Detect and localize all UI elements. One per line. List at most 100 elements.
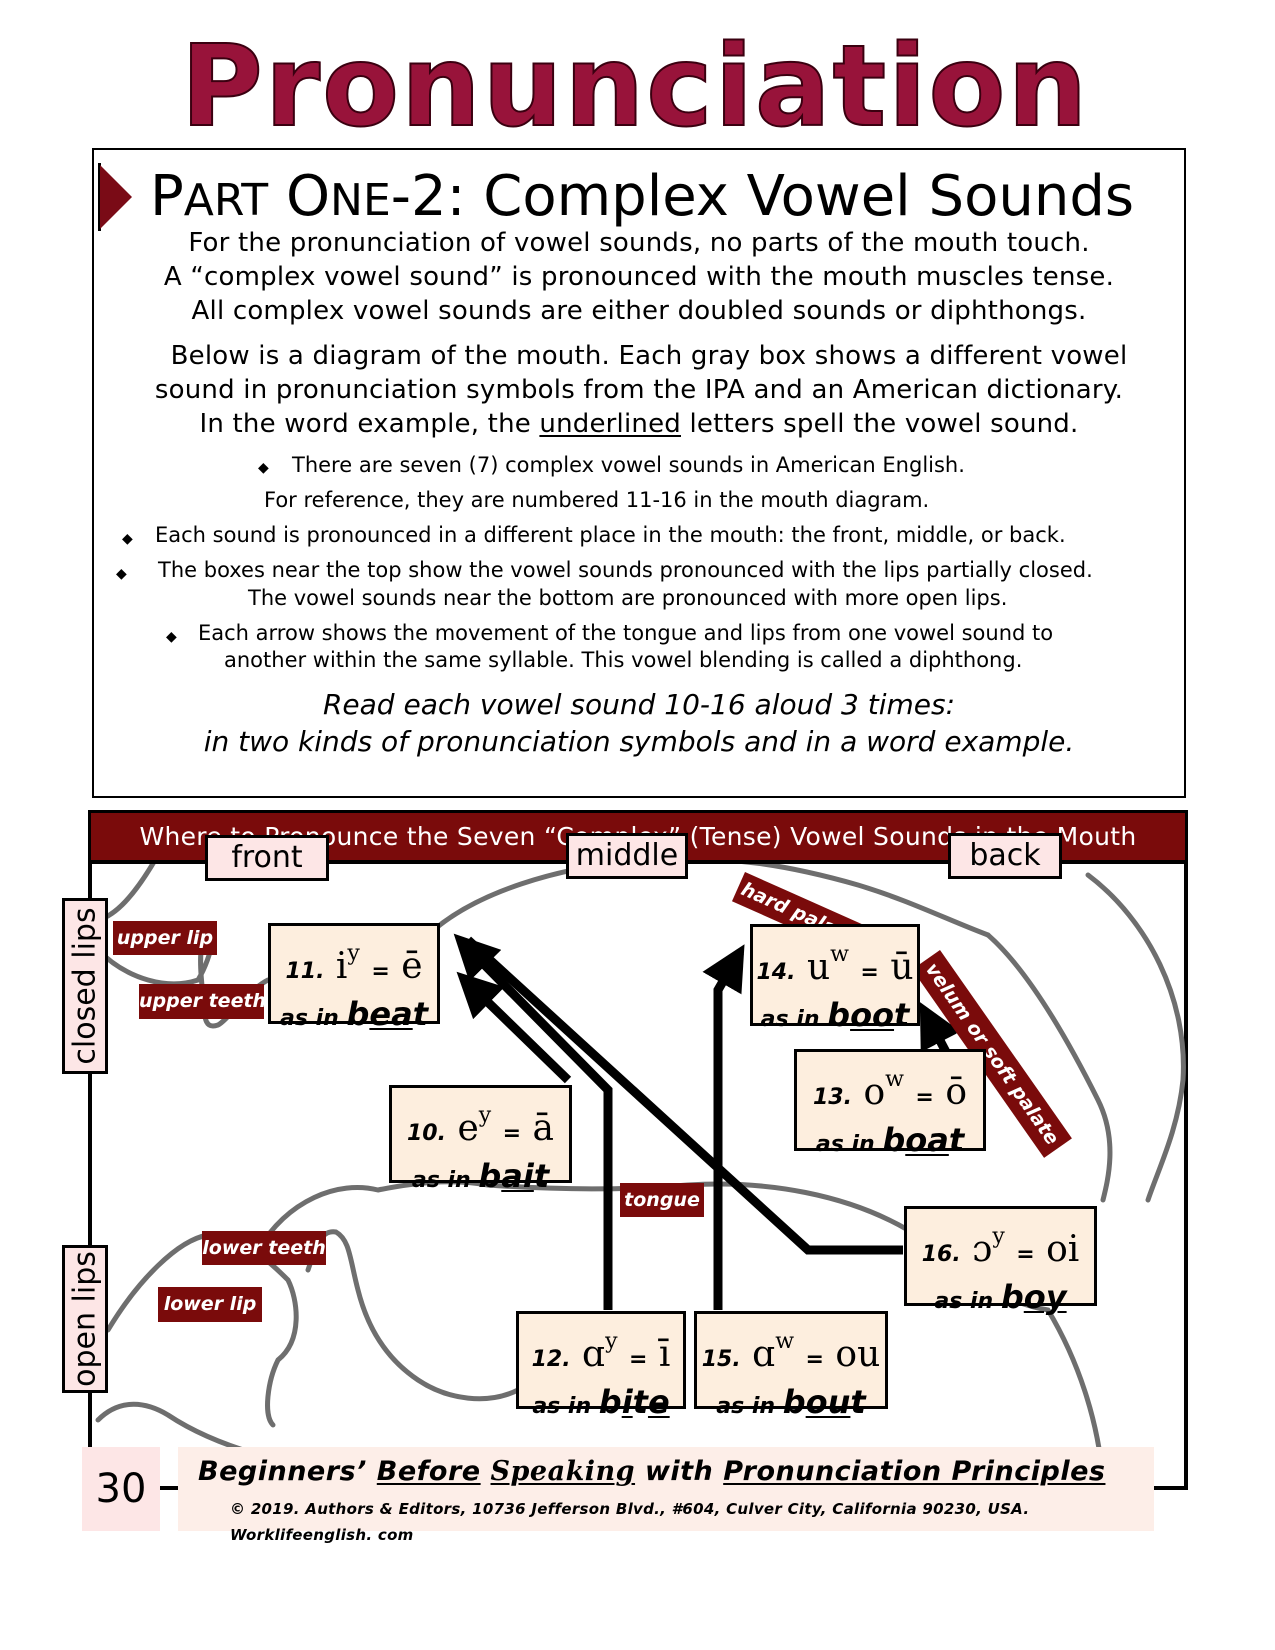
intro-line: Below is a diagram of the mouth. Each gr… — [170, 341, 1128, 371]
word-example: as in beat — [271, 994, 437, 1039]
equals-sign: = — [860, 960, 879, 985]
example-word: boat — [882, 1121, 964, 1159]
arrow-15-to-14 — [702, 944, 745, 1310]
vowel-box-11: 11. iy = ē as in beat — [268, 923, 440, 1033]
word-part: t — [850, 1383, 866, 1421]
open-lips-label: open lips — [62, 1245, 108, 1393]
anatomy-label-upper-teeth: upper teeth — [139, 984, 266, 1019]
word-example: as in bait — [392, 1156, 569, 1201]
vowel-symbols: 13. ow = ō — [797, 1058, 983, 1120]
bullet-icon: ◆ — [122, 531, 133, 547]
equals-sign: = — [371, 959, 390, 984]
example-word: beat — [346, 995, 428, 1033]
vowel-symbols: 10. ey = ā — [392, 1094, 569, 1156]
example-word: bait — [478, 1157, 549, 1195]
position-label-middle: middle — [566, 833, 688, 879]
heading-part-ne: NE — [330, 175, 391, 226]
ipa-superscript: y — [605, 1329, 618, 1354]
underlined-letters: oo — [850, 996, 895, 1034]
intro-line: In the word example, the underlined lett… — [96, 409, 1182, 439]
underlined-letters: ou — [805, 1383, 851, 1421]
open-lips-text: open lips — [67, 1251, 103, 1387]
anatomy-label-lower-lip: lower lip — [158, 1287, 262, 1322]
page-title: Pronunciation — [180, 22, 1090, 152]
dictionary-symbol: ō — [945, 1072, 967, 1113]
word-part: t — [948, 1121, 965, 1159]
ipa-symbol: u — [806, 947, 831, 988]
dictionary-symbol: oi — [1046, 1229, 1080, 1270]
vowel-box-12: 12. ɑy = ī as in bite — [516, 1311, 686, 1421]
as-in-text: as in — [532, 1394, 592, 1419]
word-part: t — [894, 996, 910, 1034]
vowel-number: 16. — [921, 1242, 961, 1267]
intro-line: sound in pronunciation symbols from the … — [154, 375, 1124, 405]
equals-sign: = — [628, 1347, 648, 1372]
throat-curve — [1085, 872, 1186, 1203]
ipa-symbol: ɑ — [582, 1334, 606, 1375]
lower-teeth-curve — [305, 1229, 521, 1402]
bullet-text: The vowel sounds near the bottom are pro… — [248, 586, 1008, 610]
vowel-box-16: 16. ɔy = oi as in boy — [904, 1206, 1097, 1316]
triangle-arrow-icon — [100, 165, 132, 229]
dictionary-symbol: ū — [890, 947, 914, 988]
position-label-back: back — [948, 833, 1062, 879]
as-in-text: as in — [716, 1394, 776, 1419]
dictionary-symbol: ou — [835, 1334, 881, 1375]
book-title-part: Pronunciation Principles — [723, 1456, 1106, 1487]
word-part: b — [827, 996, 851, 1034]
anatomy-label-tongue: tongue — [620, 1183, 704, 1217]
instruction-line: in two kinds of pronunciation symbols an… — [203, 725, 1075, 758]
ipa-symbol: ɑ — [752, 1334, 776, 1375]
word-part: t — [632, 1383, 648, 1421]
intro-text: letters spell the vowel sound. — [680, 409, 1079, 439]
example-word: boy — [1001, 1278, 1067, 1316]
word-part: b — [478, 1157, 502, 1195]
as-in-text: as in — [815, 1132, 875, 1157]
as-in-text: as in — [760, 1007, 820, 1032]
heading-part-art: ART — [183, 175, 269, 226]
bullet-text: Each sound is pronounced in a different … — [155, 523, 1066, 547]
vowel-symbols: 15. ɑw = ou — [697, 1320, 885, 1382]
equals-sign: = — [1016, 1242, 1035, 1267]
word-part: b — [346, 995, 370, 1033]
bullet-text: The boxes near the top show the vowel so… — [158, 558, 1093, 582]
underlined-letters: e — [647, 1383, 670, 1421]
as-in-text: as in — [934, 1289, 994, 1314]
underlined-letters: oy — [1023, 1278, 1067, 1316]
bullet-text: Each arrow shows the movement of the ton… — [198, 621, 1054, 645]
vowel-box-10: 10. ey = ā as in bait — [389, 1085, 572, 1195]
ipa-superscript: y — [347, 941, 360, 966]
heading-part-o: O — [268, 164, 331, 229]
anatomy-label-lower-teeth: lower teeth — [202, 1231, 326, 1265]
underlined-letters: i — [621, 1383, 633, 1421]
word-part: b — [598, 1383, 622, 1421]
word-part: b — [882, 1121, 906, 1159]
ipa-symbol: ɔ — [972, 1229, 993, 1270]
equals-sign: = — [915, 1085, 934, 1110]
equals-sign: = — [805, 1347, 824, 1372]
ipa-superscript: y — [992, 1224, 1005, 1249]
underlined-letters: ai — [501, 1157, 534, 1195]
intro-line: A “complex vowel sound” is pronounced wi… — [163, 262, 1115, 292]
vowel-number: 11. — [285, 959, 325, 984]
example-word: boot — [827, 996, 909, 1034]
intro-line: All complex vowel sounds are either doub… — [191, 296, 1087, 326]
vowel-symbols: 16. ɔy = oi — [907, 1215, 1094, 1277]
dictionary-symbol: ē — [401, 946, 423, 987]
word-part: t — [412, 995, 428, 1033]
vowel-symbols: 11. iy = ē — [271, 932, 437, 994]
example-word: bite — [599, 1383, 670, 1421]
word-example: as in boot — [753, 995, 917, 1040]
vowel-number: 13. — [813, 1085, 852, 1110]
word-example: as in bout — [697, 1382, 885, 1427]
position-label-front: front — [205, 835, 329, 881]
word-part: t — [533, 1157, 550, 1195]
bullet-text: For reference, they are numbered 11-16 i… — [264, 488, 930, 512]
book-title-part: Beginners’ — [198, 1456, 377, 1487]
arrow-13-to-14 — [919, 1002, 961, 1055]
section-heading: PART ONE-2: Complex Vowel Sounds — [150, 160, 1180, 234]
ipa-superscript: w — [775, 1329, 795, 1354]
vowel-symbols: 14. uw = ū — [753, 933, 917, 995]
bullet-icon: ◆ — [166, 629, 177, 645]
word-example: as in boat — [797, 1120, 983, 1165]
